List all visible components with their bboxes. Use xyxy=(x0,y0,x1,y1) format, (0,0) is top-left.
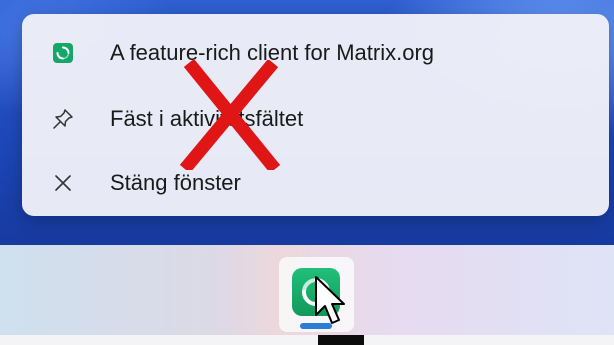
jump-list-app-item[interactable]: A feature-rich client for Matrix.org xyxy=(22,22,609,84)
taskbar-dark-strip xyxy=(318,335,364,345)
red-x-icon xyxy=(179,60,281,170)
app-icon xyxy=(50,40,76,66)
screen-edge xyxy=(0,335,614,345)
pin-icon xyxy=(50,106,76,132)
pin-to-taskbar-item[interactable]: Fäst i aktivitetsfältet xyxy=(22,88,609,150)
mouse-cursor-icon xyxy=(315,276,345,324)
close-window-label: Stäng fönster xyxy=(110,170,241,195)
taskbar-jump-list: A feature-rich client for Matrix.org Fäs… xyxy=(22,14,609,216)
close-icon xyxy=(50,170,76,196)
close-window-item[interactable]: Stäng fönster xyxy=(22,152,609,214)
